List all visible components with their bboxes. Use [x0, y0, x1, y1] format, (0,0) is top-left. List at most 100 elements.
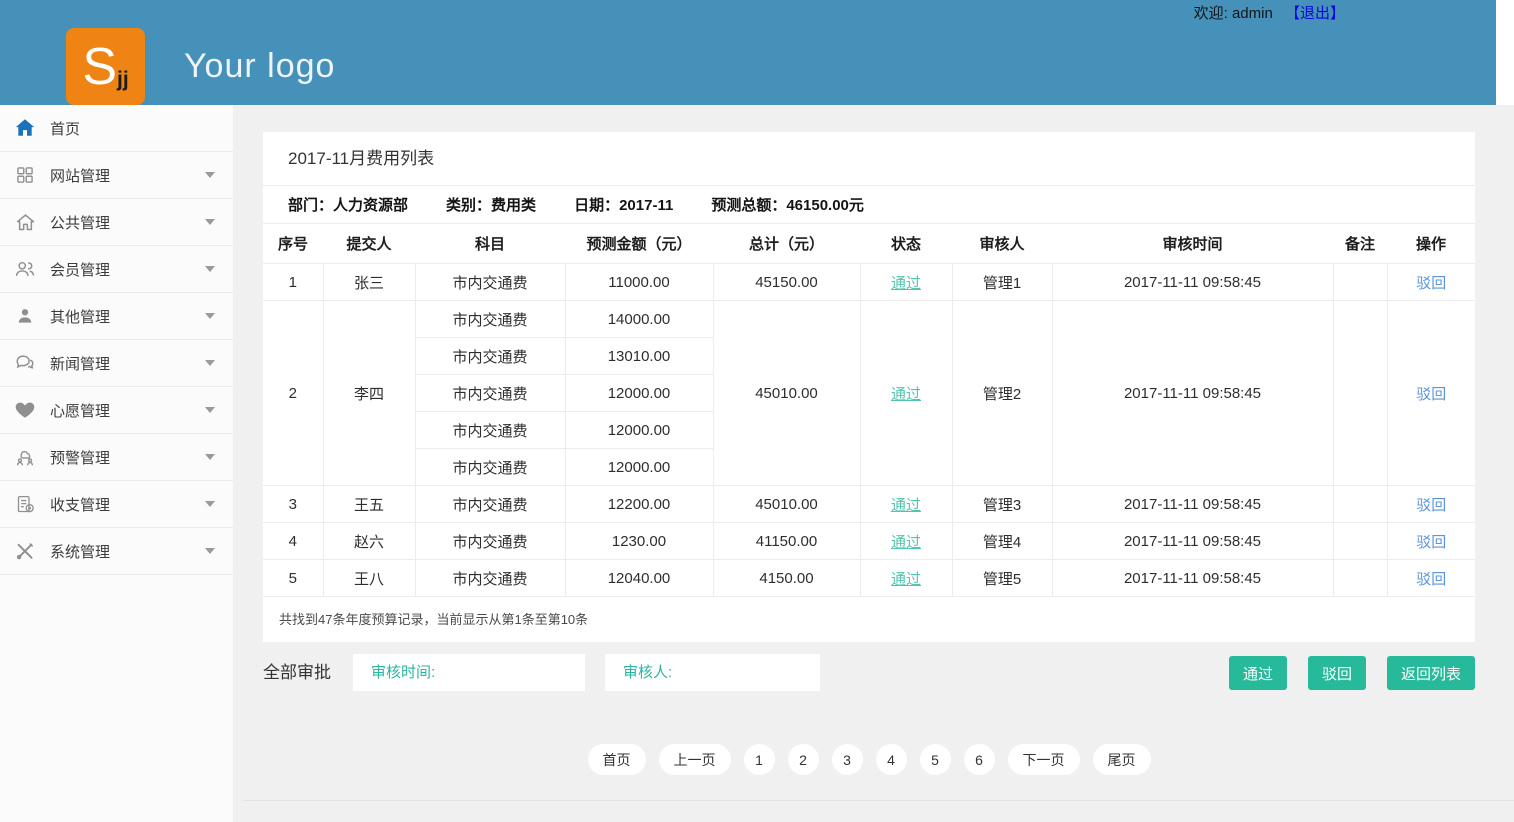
- auditor-cell: 管理4: [952, 523, 1052, 560]
- column-header: 备注: [1333, 224, 1387, 264]
- approve-button-group: 通过 驳回 返回列表: [1229, 656, 1475, 690]
- note-cell: [1333, 523, 1387, 560]
- logo-suffix: jj: [117, 68, 129, 92]
- batch-approve-label: 全部审批: [263, 654, 331, 691]
- sidebar-item-label: 其他管理: [50, 306, 205, 327]
- audit-time-cell: 2017-11-11 09:58:45: [1052, 301, 1333, 486]
- reject-link[interactable]: 驳回: [1416, 386, 1446, 403]
- top-header: S jj Your logo 欢迎: admin 【退出】: [0, 0, 1496, 105]
- sidebar-item-label: 系统管理: [50, 541, 205, 562]
- page-button-6[interactable]: 6: [964, 744, 995, 775]
- sidebar: 首页网站管理公共管理会员管理其他管理新闻管理心愿管理预警管理收支管理系统管理: [0, 105, 233, 822]
- page-button-2[interactable]: 2: [788, 744, 819, 775]
- user-icon: [12, 306, 38, 326]
- warning-icon: [12, 446, 38, 468]
- back-to-list-button[interactable]: 返回列表: [1387, 656, 1475, 690]
- chevron-down-icon: [205, 407, 215, 413]
- action-cell: 驳回: [1387, 264, 1475, 301]
- audit-time-cell: 2017-11-11 09:58:45: [1052, 264, 1333, 301]
- amount-cell: 11000.00: [565, 264, 713, 301]
- approve-button[interactable]: 通过: [1229, 656, 1287, 690]
- reject-link[interactable]: 驳回: [1416, 534, 1446, 551]
- main-content: 2017-11月费用列表 部门：人力资源部类别：费用类日期：2017-11预测总…: [233, 105, 1514, 822]
- page-button-5[interactable]: 5: [920, 744, 951, 775]
- panel-info-bar: 部门：人力资源部类别：费用类日期：2017-11预测总额：46150.00元: [263, 186, 1475, 224]
- welcome-label: 欢迎:: [1194, 5, 1228, 22]
- sidebar-item-warning[interactable]: 预警管理: [0, 434, 233, 481]
- row-number-cell: 5: [263, 560, 323, 597]
- column-header: 预测金额（元）: [565, 224, 713, 264]
- page-button-next[interactable]: 下一页: [1008, 744, 1080, 775]
- sidebar-item-label: 新闻管理: [50, 353, 205, 374]
- sidebar-item-news[interactable]: 新闻管理: [0, 340, 233, 387]
- column-header: 序号: [263, 224, 323, 264]
- status-link[interactable]: 通过: [891, 571, 921, 588]
- home-outline-icon: [12, 212, 38, 233]
- sidebar-item-public[interactable]: 公共管理: [0, 199, 233, 246]
- submitter-cell: 李四: [323, 301, 415, 486]
- subject-cell: 市内交通费: [415, 449, 565, 486]
- page-button-1[interactable]: 1: [744, 744, 775, 775]
- page-button-3[interactable]: 3: [832, 744, 863, 775]
- note-cell: [1333, 264, 1387, 301]
- page-button-4[interactable]: 4: [876, 744, 907, 775]
- status-link[interactable]: 通过: [891, 534, 921, 551]
- page-button-last[interactable]: 尾页: [1093, 744, 1151, 775]
- action-cell: 驳回: [1387, 523, 1475, 560]
- amount-cell: 12040.00: [565, 560, 713, 597]
- status-link[interactable]: 通过: [891, 386, 921, 403]
- auditor-cell: 管理2: [952, 301, 1052, 486]
- sidebar-item-label: 会员管理: [50, 259, 205, 280]
- note-cell: [1333, 486, 1387, 523]
- subject-cell: 市内交通费: [415, 486, 565, 523]
- grid-icon: [12, 165, 38, 185]
- auditor-cell: 管理3: [952, 486, 1052, 523]
- info-label: 类别：: [446, 197, 491, 214]
- sidebar-item-system[interactable]: 系统管理: [0, 528, 233, 575]
- subject-cell: 市内交通费: [415, 560, 565, 597]
- sidebar-item-wish[interactable]: 心愿管理: [0, 387, 233, 434]
- action-cell: 驳回: [1387, 560, 1475, 597]
- audit-time-cell: 2017-11-11 09:58:45: [1052, 523, 1333, 560]
- sidebar-item-member[interactable]: 会员管理: [0, 246, 233, 293]
- reject-link[interactable]: 驳回: [1416, 497, 1446, 514]
- reject-link[interactable]: 驳回: [1416, 571, 1446, 588]
- subject-cell: 市内交通费: [415, 412, 565, 449]
- column-header: 状态: [860, 224, 952, 264]
- info-group: 日期：2017-11: [574, 194, 673, 215]
- sidebar-item-home[interactable]: 首页: [0, 105, 233, 152]
- subject-cell: 市内交通费: [415, 523, 565, 560]
- logo-text: Your logo: [184, 47, 335, 86]
- bottom-divider: [243, 800, 1514, 801]
- table-row: 5王八市内交通费12040.004150.00通过管理52017-11-11 0…: [263, 560, 1475, 597]
- reject-button[interactable]: 驳回: [1308, 656, 1366, 690]
- status-link[interactable]: 通过: [891, 497, 921, 514]
- sidebar-item-site[interactable]: 网站管理: [0, 152, 233, 199]
- table-row: 3王五市内交通费12200.0045010.00通过管理32017-11-11 …: [263, 486, 1475, 523]
- sidebar-item-finance[interactable]: 收支管理: [0, 481, 233, 528]
- column-header: 审核人: [952, 224, 1052, 264]
- chevron-down-icon: [205, 219, 215, 225]
- amount-cell: 13010.00: [565, 338, 713, 375]
- reject-link[interactable]: 驳回: [1416, 275, 1446, 292]
- chevron-down-icon: [205, 313, 215, 319]
- column-header: 审核时间: [1052, 224, 1333, 264]
- sidebar-item-other[interactable]: 其他管理: [0, 293, 233, 340]
- chevron-down-icon: [205, 548, 215, 554]
- page-button-first[interactable]: 首页: [588, 744, 646, 775]
- audit-time-cell: 2017-11-11 09:58:45: [1052, 560, 1333, 597]
- chevron-down-icon: [205, 266, 215, 272]
- status-cell: 通过: [860, 301, 952, 486]
- heart-icon: [12, 399, 38, 421]
- audit-time-input[interactable]: [353, 654, 585, 691]
- subject-cell: 市内交通费: [415, 264, 565, 301]
- auditor-input[interactable]: [605, 654, 820, 691]
- home-icon: [12, 117, 38, 139]
- action-cell: 驳回: [1387, 486, 1475, 523]
- status-link[interactable]: 通过: [891, 275, 921, 292]
- chevron-down-icon: [205, 172, 215, 178]
- record-count-summary: 共找到47条年度预算记录，当前显示从第1条至第10条: [263, 597, 1475, 642]
- note-cell: [1333, 301, 1387, 486]
- logout-link[interactable]: 【退出】: [1285, 5, 1345, 22]
- page-button-prev[interactable]: 上一页: [659, 744, 731, 775]
